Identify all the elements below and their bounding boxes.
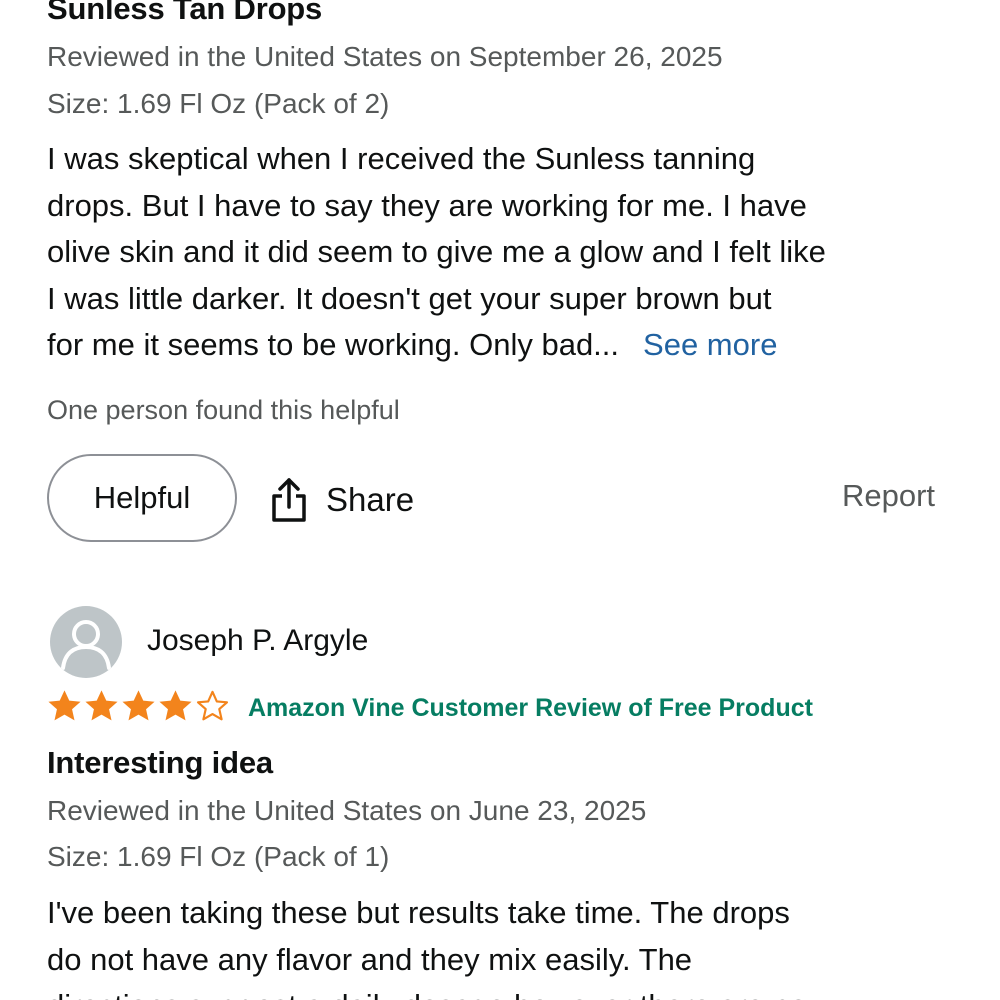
review-body-line: do not have any flavor and they mix easi… [47, 941, 693, 977]
see-more-link[interactable]: See more [643, 327, 777, 362]
review-body-line: olive skin and it did seem to give me a … [47, 234, 826, 269]
review-size: Size: 1.69 Fl Oz (Pack of 2) [47, 88, 390, 119]
share-label: Share [326, 481, 415, 518]
share-button[interactable]: Share [270, 474, 414, 526]
review-body-line: for me it seems to be working. Only bad.… [47, 322, 826, 369]
review-body-truncated: for me it seems to be working. Only bad.… [47, 327, 620, 362]
review-size: Size: 1.69 Fl Oz (Pack of 1) [47, 841, 390, 872]
user-avatar-icon [50, 606, 122, 678]
review-title: Sunless Tan Drops [47, 0, 323, 26]
vine-badge: Amazon Vine Customer Review of Free Prod… [248, 694, 813, 722]
review-body-line: drops. But I have to say they are workin… [47, 187, 807, 223]
reviews-page: Sunless Tan Drops Reviewed in the United… [0, 0, 1000, 1000]
review-date: Reviewed in the United States on June 23… [47, 795, 647, 826]
review-body-line: I was skeptical when I received the Sunl… [47, 141, 756, 176]
helpful-button-label: Helpful [93, 480, 191, 515]
star-rating [46, 688, 231, 725]
person-icon [61, 620, 111, 670]
helpful-button[interactable]: Helpful [47, 454, 237, 542]
review-body: I was skeptical when I received the Sunl… [47, 136, 826, 369]
star-icon [122, 690, 155, 721]
star-outline-icon [196, 690, 229, 721]
review-body-line: I was little darker. It doesn't get your… [47, 280, 772, 316]
review-body-line: directions suggest a daily dosage howeve… [47, 983, 807, 1000]
review-body-line: I've been taking these but results take … [47, 895, 790, 930]
star-icon [85, 690, 118, 721]
report-link[interactable]: Report [842, 478, 935, 514]
share-icon [272, 478, 306, 522]
review-title: Interesting idea [47, 745, 273, 780]
review-body: I've been taking these but results take … [47, 890, 807, 1000]
star-icon [48, 690, 81, 721]
reviewer-name: Joseph P. Argyle [147, 624, 369, 657]
review-date: Reviewed in the United States on Septemb… [47, 41, 723, 72]
helpful-count: One person found this helpful [47, 395, 400, 425]
star-icon [159, 690, 192, 721]
